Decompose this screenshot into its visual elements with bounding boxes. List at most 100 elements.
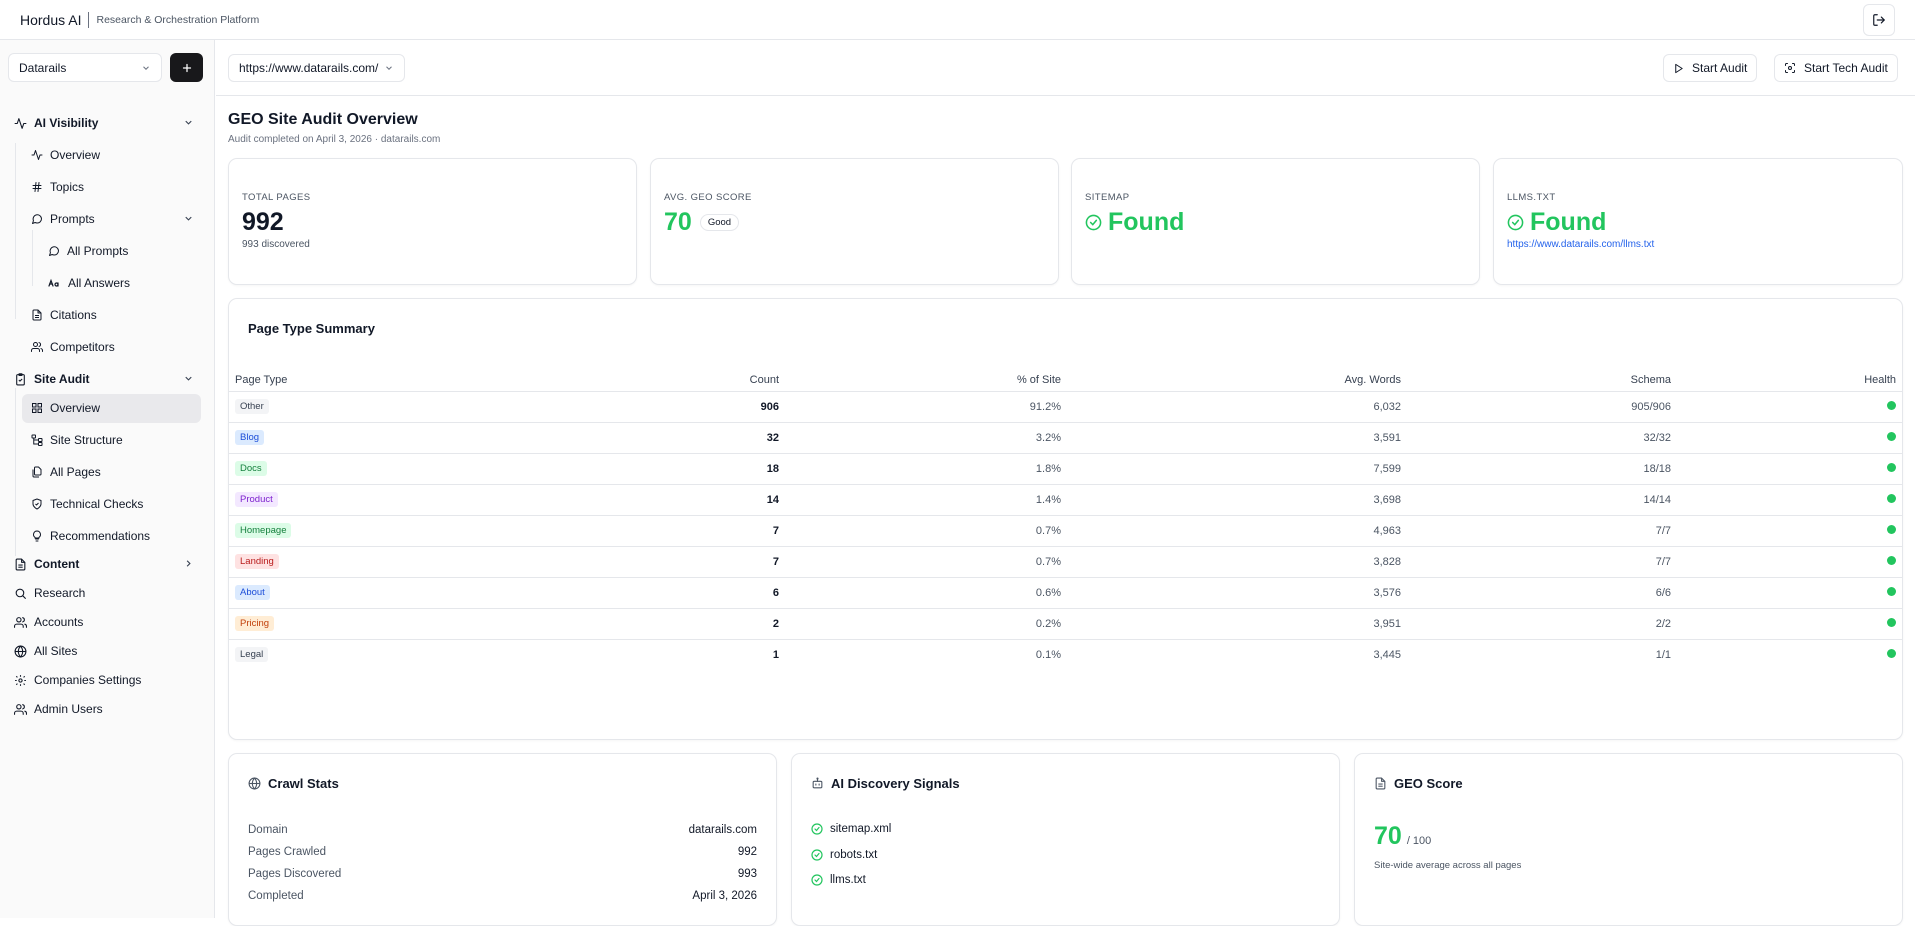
health-cell bbox=[1677, 515, 1902, 547]
nav-label: AI Visibility bbox=[34, 116, 99, 130]
nav-prompts[interactable]: Prompts bbox=[31, 207, 194, 231]
col-header: Schema bbox=[1407, 369, 1677, 392]
kpi-card-avg-geo-score: AVG. GEO SCORE 70 Good bbox=[650, 158, 1059, 285]
nav-admin-users[interactable]: Admin Users bbox=[14, 697, 103, 721]
workspace-select[interactable]: Datarails bbox=[8, 53, 162, 82]
nav-site-structure[interactable]: Site Structure bbox=[31, 428, 123, 452]
crawl-stats-card: Crawl Stats Domain datarails.com Pages Cr… bbox=[228, 753, 777, 926]
table-row[interactable]: Blog 32 3.2% 3,591 32/32 bbox=[229, 422, 1902, 454]
nav-site-audit-overview[interactable]: Overview bbox=[31, 396, 100, 420]
table-row[interactable]: Homepage 7 0.7% 4,963 7/7 bbox=[229, 515, 1902, 547]
health-indicator bbox=[1887, 493, 1896, 503]
page-type-tag: Blog bbox=[235, 430, 265, 445]
start-tech-audit-button[interactable]: Start Tech Audit bbox=[1774, 54, 1898, 82]
globe-icon bbox=[248, 777, 261, 790]
kpi-card-sitemap: SITEMAP Found bbox=[1071, 158, 1480, 285]
count-cell: 32 bbox=[589, 422, 785, 454]
health-cell bbox=[1677, 577, 1902, 609]
nav-content[interactable]: Content bbox=[14, 552, 194, 576]
add-workspace-button[interactable] bbox=[170, 53, 203, 82]
table-row[interactable]: Landing 7 0.7% 3,828 7/7 bbox=[229, 546, 1902, 578]
col-header: Health bbox=[1677, 369, 1902, 392]
nav-ai-visibility[interactable]: AI Visibility bbox=[14, 111, 194, 135]
site-url-value: https://www.datarails.com/ bbox=[239, 61, 379, 75]
page-type-tag: Docs bbox=[235, 461, 267, 476]
avg-words-cell: 3,591 bbox=[1067, 422, 1407, 454]
logout-icon bbox=[1873, 14, 1885, 26]
gear-icon bbox=[15, 674, 26, 686]
nav-citations[interactable]: Citations bbox=[31, 303, 97, 327]
nav-label: Prompts bbox=[50, 212, 95, 226]
kpi-label: LLMS.TXT bbox=[1507, 192, 1556, 203]
table-row[interactable]: Other 906 91.2% 6,032 905/906 bbox=[229, 391, 1902, 423]
page-type-tag: Other bbox=[235, 399, 269, 414]
section-title: Crawl Stats bbox=[268, 776, 339, 791]
llms-txt-link[interactable]: https://www.datarails.com/llms.txt bbox=[1507, 239, 1654, 250]
chevron-down-icon bbox=[185, 216, 192, 221]
health-cell bbox=[1677, 639, 1902, 670]
nav-accounts[interactable]: Accounts bbox=[14, 610, 83, 634]
section-title: GEO Score bbox=[1394, 776, 1463, 791]
page-type-cell: Other bbox=[229, 391, 589, 423]
pct-cell: 0.2% bbox=[785, 608, 1067, 640]
stat-value: April 3, 2026 bbox=[692, 890, 757, 902]
nav-competitors[interactable]: Competitors bbox=[31, 335, 115, 359]
nav-topics[interactable]: Topics bbox=[31, 175, 84, 199]
nav-technical-checks[interactable]: Technical Checks bbox=[31, 492, 143, 516]
nav-all-pages[interactable]: All Pages bbox=[31, 460, 101, 484]
schema-cell: 18/18 bbox=[1407, 453, 1677, 485]
page-type-cell: Pricing bbox=[229, 608, 589, 640]
geo-score-max: / 100 bbox=[1406, 835, 1432, 847]
health-indicator bbox=[1887, 617, 1896, 627]
avg-words-cell: 4,963 bbox=[1067, 515, 1407, 547]
count-cell: 7 bbox=[589, 515, 785, 547]
file-text-icon bbox=[1375, 777, 1386, 790]
table-row[interactable]: Legal 1 0.1% 3,445 1/1 bbox=[229, 639, 1902, 670]
message-circle-icon bbox=[32, 214, 43, 224]
pct-cell: 91.2% bbox=[785, 391, 1067, 423]
nav-label: Research bbox=[34, 586, 86, 600]
nav-label: Site Audit bbox=[34, 372, 90, 386]
logout-button[interactable] bbox=[1863, 4, 1895, 36]
file-text-icon bbox=[15, 558, 26, 570]
brand-divider bbox=[88, 11, 90, 28]
nav-all-prompts[interactable]: All Prompts bbox=[48, 239, 128, 263]
nav-site-audit[interactable]: Site Audit bbox=[14, 367, 194, 391]
schema-cell: 14/14 bbox=[1407, 484, 1677, 516]
health-cell bbox=[1677, 546, 1902, 578]
nav-recommendations[interactable]: Recommendations bbox=[31, 524, 150, 548]
kpi-label: SITEMAP bbox=[1085, 192, 1130, 203]
nav-all-answers[interactable]: All Answers bbox=[48, 271, 130, 295]
globe-icon bbox=[14, 644, 27, 658]
check-circle-icon bbox=[811, 849, 823, 861]
start-audit-button[interactable]: Start Audit bbox=[1663, 54, 1758, 82]
nav-label: Site Structure bbox=[50, 433, 123, 447]
page-type-table: Page Type Count % of Site Avg. Words Sch… bbox=[229, 369, 1902, 670]
health-indicator bbox=[1887, 648, 1896, 658]
site-url-select[interactable]: https://www.datarails.com/ bbox=[228, 54, 405, 82]
health-indicator bbox=[1887, 462, 1896, 472]
health-indicator bbox=[1887, 586, 1896, 596]
play-icon bbox=[1675, 63, 1683, 73]
page-type-cell: Product bbox=[229, 484, 589, 516]
table-header-row: Page Type Count % of Site Avg. Words Sch… bbox=[229, 369, 1902, 392]
message-circle-icon bbox=[49, 246, 60, 256]
nav-companies-settings[interactable]: Companies Settings bbox=[14, 668, 141, 692]
nav-label: Companies Settings bbox=[34, 673, 142, 687]
nav-research[interactable]: Research bbox=[14, 581, 85, 605]
table-row[interactable]: Product 14 1.4% 3,698 14/14 bbox=[229, 484, 1902, 516]
main-content: https://www.datarails.com/ Start Audit S… bbox=[216, 40, 1915, 926]
schema-cell: 2/2 bbox=[1407, 608, 1677, 640]
sidebar: Datarails AI Visibility Overview Topics … bbox=[0, 40, 215, 918]
avg-words-cell: 6,032 bbox=[1067, 391, 1407, 423]
nav-overview[interactable]: Overview bbox=[31, 143, 100, 167]
table-row[interactable]: Pricing 2 0.2% 3,951 2/2 bbox=[229, 608, 1902, 640]
section-title-row: GEO Score bbox=[1374, 776, 1463, 791]
health-indicator bbox=[1887, 431, 1896, 441]
stat-key: Completed bbox=[248, 890, 304, 902]
table-row[interactable]: About 6 0.6% 3,576 6/6 bbox=[229, 577, 1902, 609]
page-type-tag: Landing bbox=[235, 554, 279, 569]
nav-all-sites[interactable]: All Sites bbox=[14, 639, 77, 663]
table-row[interactable]: Docs 18 1.8% 7,599 18/18 bbox=[229, 453, 1902, 485]
kpi-subtext: 993 discovered bbox=[242, 239, 310, 250]
